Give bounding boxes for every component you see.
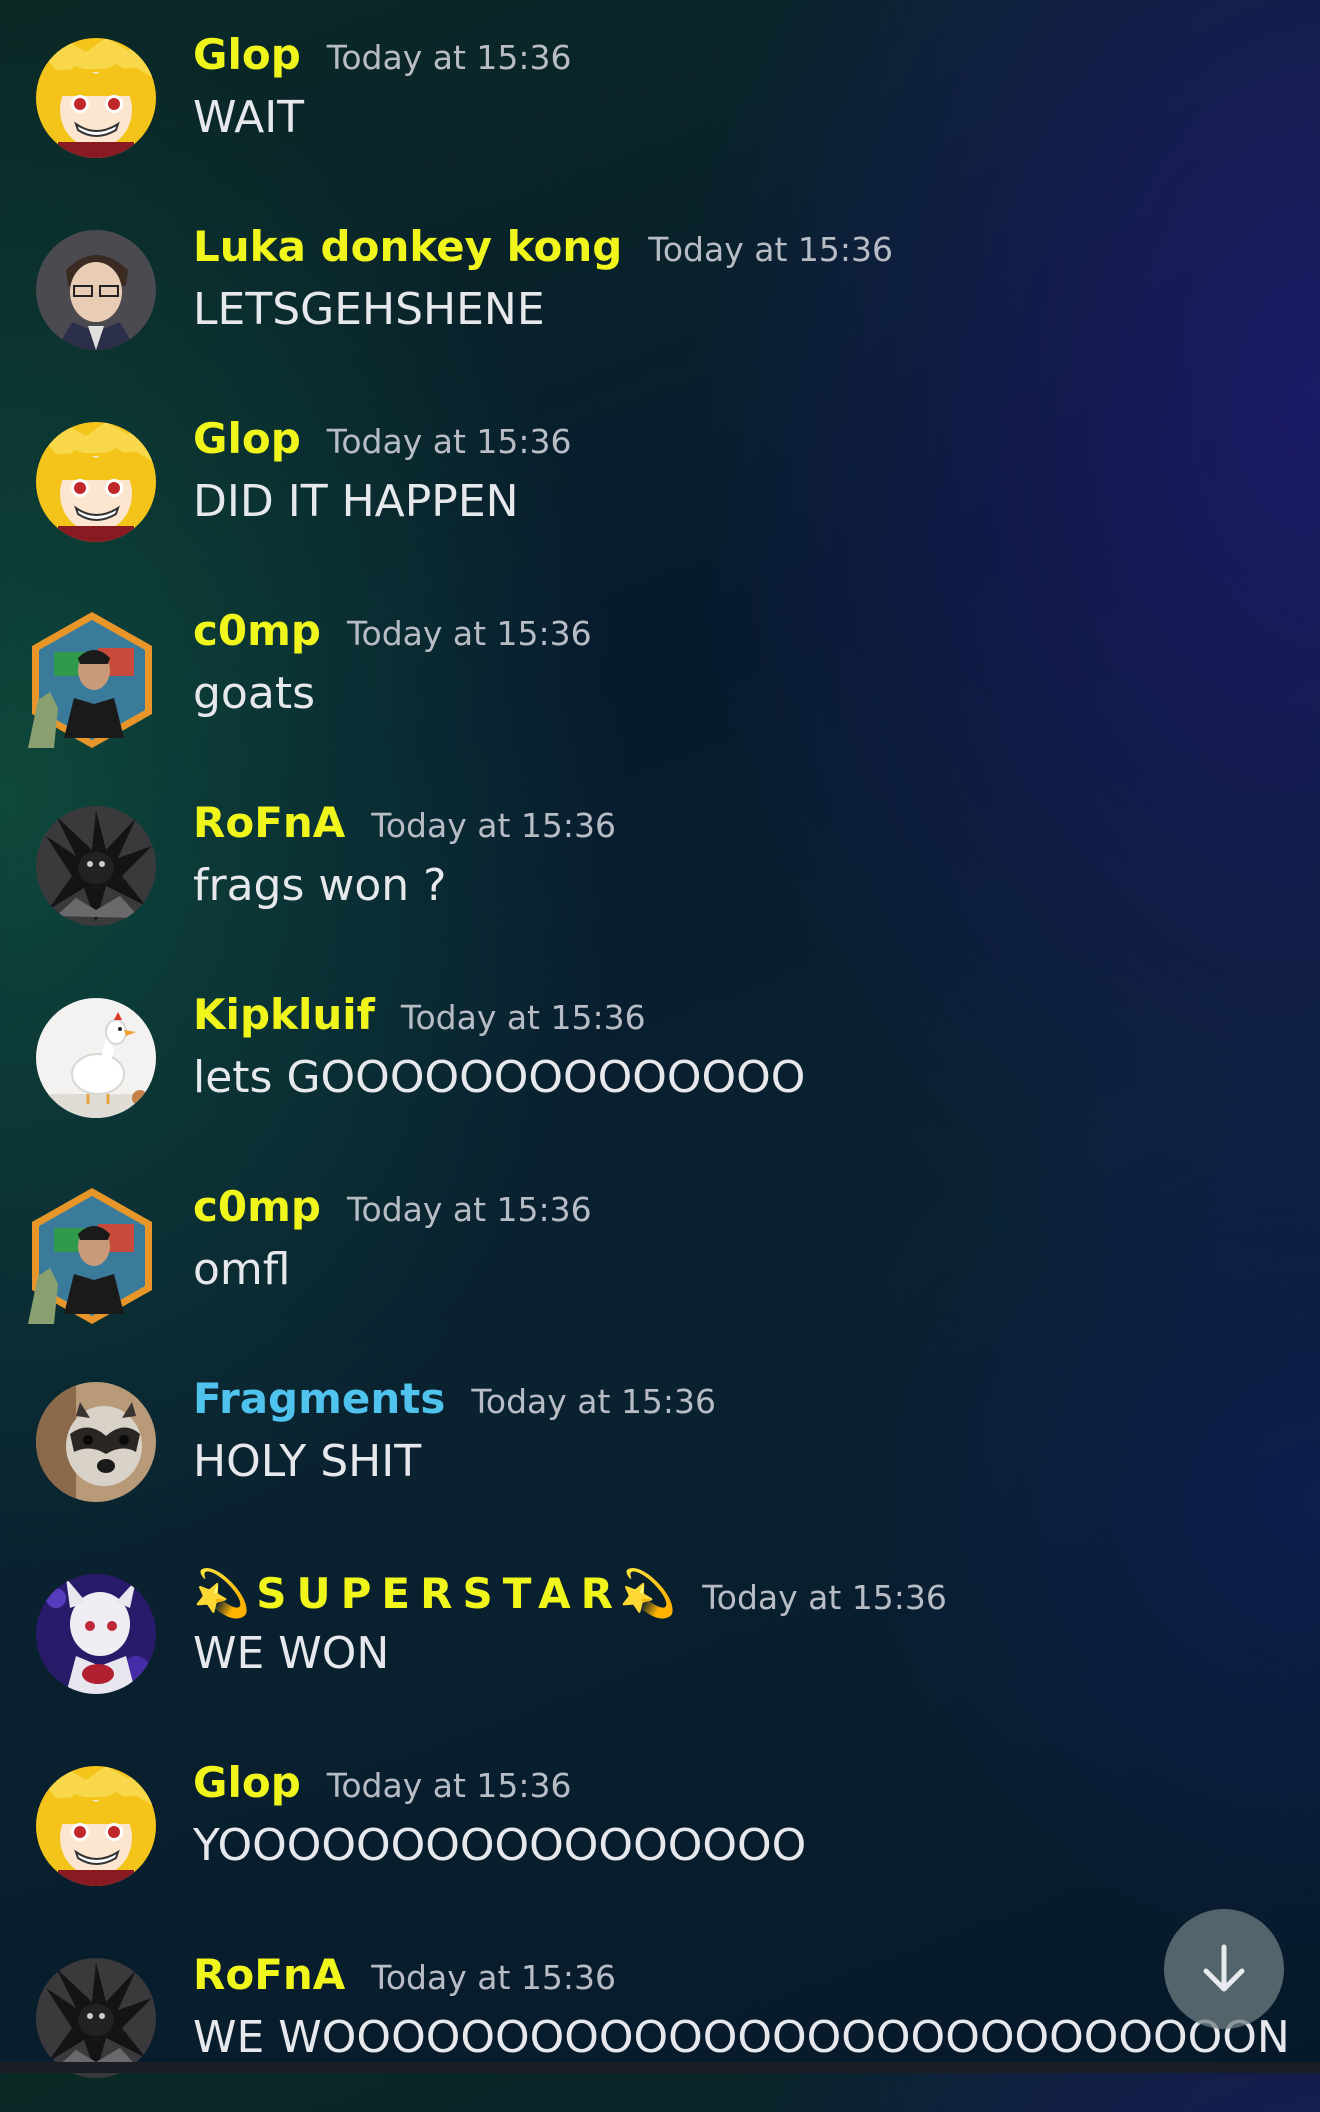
message-content: HOLY SHIT <box>193 1436 422 1487</box>
hexagon-photo-avatar-icon <box>28 612 152 748</box>
jump-to-present-button[interactable] <box>1164 1909 1284 2029</box>
avatar[interactable] <box>36 1382 156 1502</box>
message-item: Fragments Today at 15:36 HOLY SHIT <box>0 1344 1320 1536</box>
message-item: RoFnA Today at 15:36 WE WOOOOOOOOOOOOOOO… <box>0 1920 1320 2112</box>
username[interactable]: c0mp <box>193 1182 321 1231</box>
message-content: lets GOOOOOOOOOOOOOO <box>193 1052 806 1103</box>
message-item: Glop Today at 15:36 WAIT <box>0 0 1320 192</box>
avatar[interactable] <box>36 230 156 350</box>
timestamp: Today at 15:36 <box>346 1190 592 1229</box>
blonde-anime-avatar-icon <box>36 422 156 542</box>
message-content: YOOOOOOOOOOOOOOOOO <box>193 1820 807 1871</box>
timestamp: Today at 15:36 <box>346 614 592 653</box>
timestamp: Today at 15:36 <box>702 1578 947 1617</box>
avatar[interactable] <box>36 998 156 1118</box>
avatar[interactable] <box>36 1958 156 2078</box>
username[interactable]: Glop <box>193 1758 301 1807</box>
blonde-anime-avatar-icon <box>36 1766 156 1886</box>
message-item: Kipkluif Today at 15:36 lets GOOOOOOOOOO… <box>0 960 1320 1152</box>
avatar[interactable] <box>36 38 156 158</box>
message-item: Glop Today at 15:36 DID IT HAPPEN <box>0 384 1320 576</box>
username[interactable]: RoFnA <box>193 1950 345 1999</box>
username[interactable]: Fragments <box>193 1374 445 1423</box>
message-item: c0mp Today at 15:36 goats <box>0 576 1320 768</box>
message-content: WE WOOOOOOOOOOOOOOOOOOOOOOOOOOON <box>193 2012 1290 2063</box>
username[interactable]: 💫 SUPERSTAR 💫 <box>193 1566 676 1621</box>
anime-man-glasses-avatar-icon <box>36 230 156 350</box>
message-content: goats <box>193 668 315 719</box>
username[interactable]: RoFnA <box>193 798 345 847</box>
dark-creature-avatar-icon <box>36 1958 156 2078</box>
message-content: WE WON <box>193 1628 390 1679</box>
timestamp: Today at 15:36 <box>326 38 572 77</box>
username[interactable]: Glop <box>193 30 301 79</box>
username[interactable]: Kipkluif <box>193 990 375 1039</box>
message-content: WAIT <box>193 92 305 143</box>
username[interactable]: Luka donkey kong <box>193 222 622 271</box>
timestamp: Today at 15:36 <box>326 1766 572 1805</box>
avatar[interactable] <box>24 608 160 752</box>
timestamp: Today at 15:36 <box>400 998 646 1037</box>
timestamp: Today at 15:36 <box>371 806 616 845</box>
dizzy-icon: 💫 <box>618 1566 677 1620</box>
avatar[interactable] <box>36 1766 156 1886</box>
dizzy-icon: 💫 <box>193 1566 251 1620</box>
avatar[interactable] <box>36 1574 156 1694</box>
dark-creature-avatar-icon <box>36 806 156 926</box>
timestamp: Today at 15:36 <box>648 230 893 269</box>
message-item: Luka donkey kong Today at 15:36 LETSGEHS… <box>0 192 1320 384</box>
arrow-down-icon <box>1203 1944 1245 1992</box>
timestamp: Today at 15:36 <box>471 1382 717 1421</box>
message-content: frags won ? <box>193 860 447 911</box>
white-chicken-avatar-icon <box>36 998 156 1118</box>
anime-girl-avatar-icon <box>36 1574 156 1694</box>
message-item: 💫 SUPERSTAR 💫 Today at 15:36 WE WON <box>0 1536 1320 1728</box>
avatar[interactable] <box>24 1184 160 1328</box>
message-item: Glop Today at 15:36 YOOOOOOOOOOOOOOOOO <box>0 1728 1320 1920</box>
blonde-anime-avatar-icon <box>36 38 156 158</box>
username[interactable]: c0mp <box>193 606 321 655</box>
timestamp: Today at 15:36 <box>371 1958 616 1997</box>
username-text: SUPERSTAR <box>256 1569 623 1618</box>
hexagon-photo-avatar-icon <box>28 1188 152 1324</box>
avatar[interactable] <box>36 806 156 926</box>
username[interactable]: Glop <box>193 414 301 463</box>
avatar[interactable] <box>36 422 156 542</box>
message-content: omfl <box>193 1244 291 1295</box>
raccoon-avatar-icon <box>36 1382 156 1502</box>
message-item: RoFnA Today at 15:36 frags won ? <box>0 768 1320 960</box>
bottom-edge <box>0 2062 1320 2073</box>
timestamp: Today at 15:36 <box>326 422 572 461</box>
message-item: c0mp Today at 15:36 omfl <box>0 1152 1320 1344</box>
message-content: DID IT HAPPEN <box>193 476 519 527</box>
message-content: LETSGEHSHENE <box>193 284 545 335</box>
